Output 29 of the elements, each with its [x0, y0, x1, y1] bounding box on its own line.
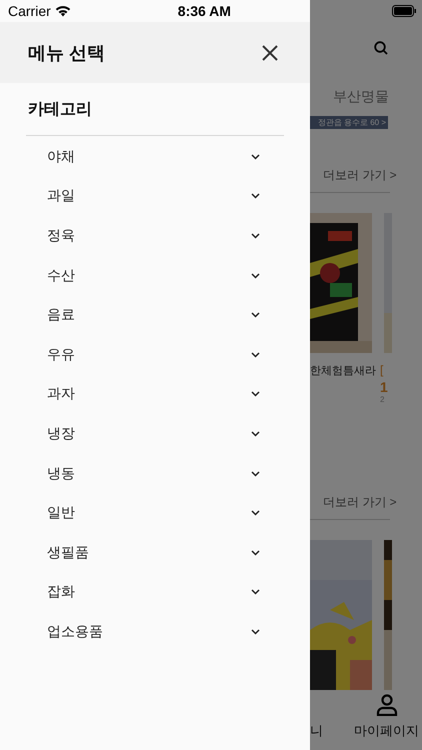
close-icon[interactable] — [261, 44, 279, 62]
search-icon[interactable] — [374, 40, 388, 55]
product-title: 한체험틈새라 — [310, 364, 376, 380]
product-title: [ — [380, 363, 384, 378]
clock: 8:36 AM — [178, 3, 231, 19]
battery-icon — [392, 4, 416, 17]
more-link[interactable]: 더보러 가기 > — [323, 494, 422, 510]
category-item[interactable]: 냉동 — [0, 454, 310, 494]
section-heading: 카테고리 — [28, 100, 93, 120]
person-icon — [376, 694, 398, 716]
category-item[interactable]: 일반 — [0, 493, 310, 533]
category-item[interactable]: 업소용품 — [0, 612, 310, 652]
product-price: 1 — [380, 379, 388, 396]
category-item[interactable]: 정육 — [0, 216, 310, 256]
wifi-icon — [54, 5, 71, 17]
more-link[interactable]: 더보러 가기 > — [323, 167, 422, 184]
category-item[interactable]: 잡화 — [0, 572, 310, 612]
tab-bar-item[interactable]: 니 — [310, 722, 323, 740]
category-item[interactable]: 과일 — [0, 176, 310, 216]
category-item[interactable]: 수산 — [0, 256, 310, 296]
carrier-label: Carrier — [8, 3, 51, 19]
category-item[interactable]: 우유 — [0, 334, 310, 375]
tab-bar-item[interactable]: 마이페이지 — [354, 694, 419, 740]
category-item[interactable]: 야채 — [0, 137, 310, 177]
category-item[interactable]: 생필품 — [0, 532, 310, 573]
category-item[interactable]: 과자 — [0, 374, 310, 414]
drawer-title: 메뉴 선택 — [28, 42, 106, 64]
category-item[interactable]: 음료 — [0, 295, 310, 335]
category-item[interactable]: 냉장 — [0, 414, 310, 454]
